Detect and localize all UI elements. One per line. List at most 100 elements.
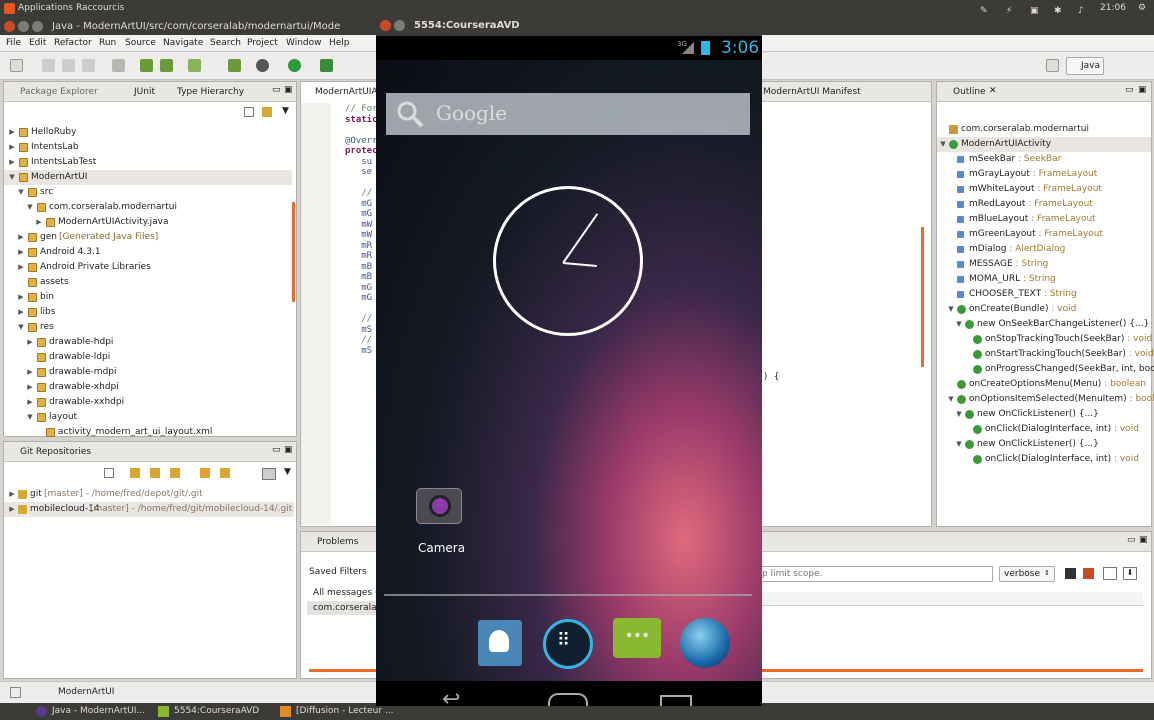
new-icon[interactable] <box>10 59 23 72</box>
package-tree-item[interactable]: ▼ src <box>4 185 292 200</box>
view-menu-icon[interactable]: ▼ <box>282 106 289 116</box>
collapse-all-icon[interactable] <box>244 107 254 117</box>
tab-git-repositories[interactable]: Git Repositories <box>20 447 91 457</box>
contacts-app-icon[interactable] <box>478 620 522 666</box>
menu-project[interactable]: Project <box>247 38 278 48</box>
bluetooth-icon[interactable]: ✱ <box>1054 6 1062 16</box>
minimize-icon[interactable]: ▭ <box>1125 85 1134 95</box>
menu-window[interactable]: Window <box>286 38 322 48</box>
outline-item[interactable]: ▼ onCreate(Bundle) : void <box>937 302 1151 317</box>
lint-icon[interactable] <box>160 59 173 72</box>
link-icon[interactable] <box>220 468 230 478</box>
outline-item[interactable]: ▼ new OnSeekBarChangeListener() {...} <box>937 317 1151 332</box>
package-tree-item[interactable]: ▼ com.corseralab.modernartui <box>4 200 292 215</box>
outline-item[interactable]: CHOOSER_TEXT : String <box>937 287 1151 302</box>
save-all-icon[interactable] <box>62 59 75 72</box>
package-tree-item[interactable]: ▶ drawable-hdpi <box>4 335 292 350</box>
maximize-icon[interactable]: ▣ <box>284 85 293 95</box>
analog-clock-widget[interactable] <box>493 186 643 336</box>
outline-item[interactable]: onClick(DialogInterface, int) : void <box>937 422 1151 437</box>
create-repo-icon[interactable] <box>170 468 180 478</box>
chevron-right-icon[interactable]: ▶ <box>8 502 16 517</box>
package-tree-item[interactable]: ▶ drawable-xxhdpi <box>4 395 292 410</box>
print-icon[interactable] <box>82 59 95 72</box>
chevron-down-icon[interactable]: ▼ <box>17 185 25 200</box>
outline-item[interactable]: mRedLayout : FrameLayout <box>937 197 1151 212</box>
outline-item[interactable]: ▼ new OnClickListener() {...} <box>937 407 1151 422</box>
chevron-right-icon[interactable]: ▶ <box>8 155 16 170</box>
add-repo-icon[interactable] <box>130 468 140 478</box>
outline-item[interactable]: mGreenLayout : FrameLayout <box>937 227 1151 242</box>
task-avd[interactable]: 5554:CourseraAVD <box>174 706 259 716</box>
close-window-icon[interactable] <box>4 21 15 32</box>
menu-refactor[interactable]: Refactor <box>54 38 92 48</box>
gear-icon[interactable]: ⚙ <box>1138 3 1146 13</box>
maximize-window-icon[interactable] <box>32 21 43 32</box>
checklist-icon[interactable] <box>188 59 201 72</box>
package-tree-item[interactable]: ▶ Android Private Libraries <box>4 260 292 275</box>
tree-scrollbar[interactable] <box>292 202 295 302</box>
package-tree-item[interactable]: ▶ gen [Generated Java Files] <box>4 230 292 245</box>
logcat-search-input[interactable] <box>759 566 993 582</box>
outline-item[interactable]: onStartTrackingTouch(SeekBar) : void <box>937 347 1154 362</box>
google-search-bar[interactable]: Google <box>386 93 750 135</box>
debug-icon[interactable] <box>256 59 269 72</box>
outline-item[interactable]: mBlueLayout : FrameLayout <box>937 212 1151 227</box>
chevron-down-icon[interactable]: ▼ <box>955 437 963 452</box>
tab-type-hierarchy[interactable]: Type Hierarchy <box>177 87 244 97</box>
package-tree-item[interactable]: ▶ HelloRuby <box>4 125 292 140</box>
chevron-right-icon[interactable]: ▶ <box>17 260 25 275</box>
maximize-icon[interactable]: ▣ <box>1138 85 1147 95</box>
tab-package-explorer[interactable]: Package Explorer <box>20 87 98 97</box>
task-eclipse[interactable]: Java - ModernArtUI... <box>52 706 145 716</box>
view-menu-icon[interactable]: ▼ <box>284 467 291 477</box>
collapse-icon[interactable] <box>104 468 114 478</box>
outline-item[interactable]: onProgressChanged(SeekBar, int, boole <box>937 362 1154 377</box>
ubuntu-logo-icon[interactable] <box>4 3 15 14</box>
chevron-right-icon[interactable]: ▶ <box>26 335 34 350</box>
chevron-right-icon[interactable]: ▶ <box>26 395 34 410</box>
tab-problems[interactable]: Problems <box>317 537 358 547</box>
perspective-java-button[interactable]: Java <box>1066 57 1104 75</box>
network-icon[interactable]: ⚡ <box>1006 6 1012 16</box>
back-icon[interactable]: ↩ <box>442 687 460 706</box>
package-tree-item[interactable]: ▶ IntentsLabTest <box>4 155 292 170</box>
minimize-emulator-icon[interactable] <box>394 20 405 31</box>
outline-item[interactable]: ▼ new OnClickListener() {...} <box>937 437 1151 452</box>
maximize-icon[interactable]: ▣ <box>1139 535 1148 545</box>
open-perspective-icon[interactable] <box>1046 59 1059 72</box>
menu-file[interactable]: File <box>6 38 21 48</box>
outline-item[interactable]: MESSAGE : String <box>937 257 1151 272</box>
toggle-icon[interactable] <box>262 468 276 480</box>
android-sdk-icon[interactable] <box>112 59 125 72</box>
package-tree-item[interactable]: ▶ bin <box>4 290 292 305</box>
menu-source[interactable]: Source <box>125 38 156 48</box>
chevron-down-icon[interactable]: ▼ <box>947 302 955 317</box>
android-screen[interactable]: 3G 3:06 Google Camera ⠿ ••• ↩ <box>376 36 762 706</box>
maximize-icon[interactable]: ▣ <box>284 445 293 455</box>
filter-item-row[interactable]: com.corseralab <box>307 601 382 615</box>
minimize-icon[interactable]: ▭ <box>272 445 281 455</box>
external-tools-icon[interactable] <box>320 59 333 72</box>
chevron-right-icon[interactable]: ▶ <box>26 365 34 380</box>
volume-icon[interactable]: ♪ <box>1078 6 1084 16</box>
chevron-down-icon[interactable]: ▼ <box>8 170 16 185</box>
save-icon[interactable] <box>42 59 55 72</box>
chevron-right-icon[interactable]: ▶ <box>17 305 25 320</box>
new-project-icon[interactable] <box>228 59 241 72</box>
git-repo-item[interactable]: ▶ git [master] - /home/fred/depot/git/.git <box>4 487 294 502</box>
split-view-icon[interactable] <box>1103 567 1117 580</box>
git-repo-item[interactable]: ▶ mobilecloud-14 [master] - /home/fred/git… <box>4 502 294 517</box>
menu-run[interactable]: Run <box>99 38 116 48</box>
chevron-down-icon[interactable]: ▼ <box>947 392 955 407</box>
package-tree-item[interactable]: ▶ ModernArtUIActivity.java <box>4 215 292 230</box>
chevron-down-icon[interactable]: ▼ <box>939 137 947 152</box>
chevron-right-icon[interactable]: ▶ <box>8 487 16 502</box>
outline-item[interactable]: onClick(DialogInterface, int) : void <box>937 452 1151 467</box>
outline-item[interactable]: com.corseralab.modernartui <box>937 122 1151 137</box>
chevron-right-icon[interactable]: ▶ <box>8 140 16 155</box>
package-tree-item[interactable]: ▼ ModernArtUI <box>4 170 292 185</box>
recent-apps-icon[interactable] <box>660 695 692 706</box>
messaging-app-icon[interactable]: ••• <box>613 618 661 658</box>
minimize-window-icon[interactable] <box>18 21 29 32</box>
